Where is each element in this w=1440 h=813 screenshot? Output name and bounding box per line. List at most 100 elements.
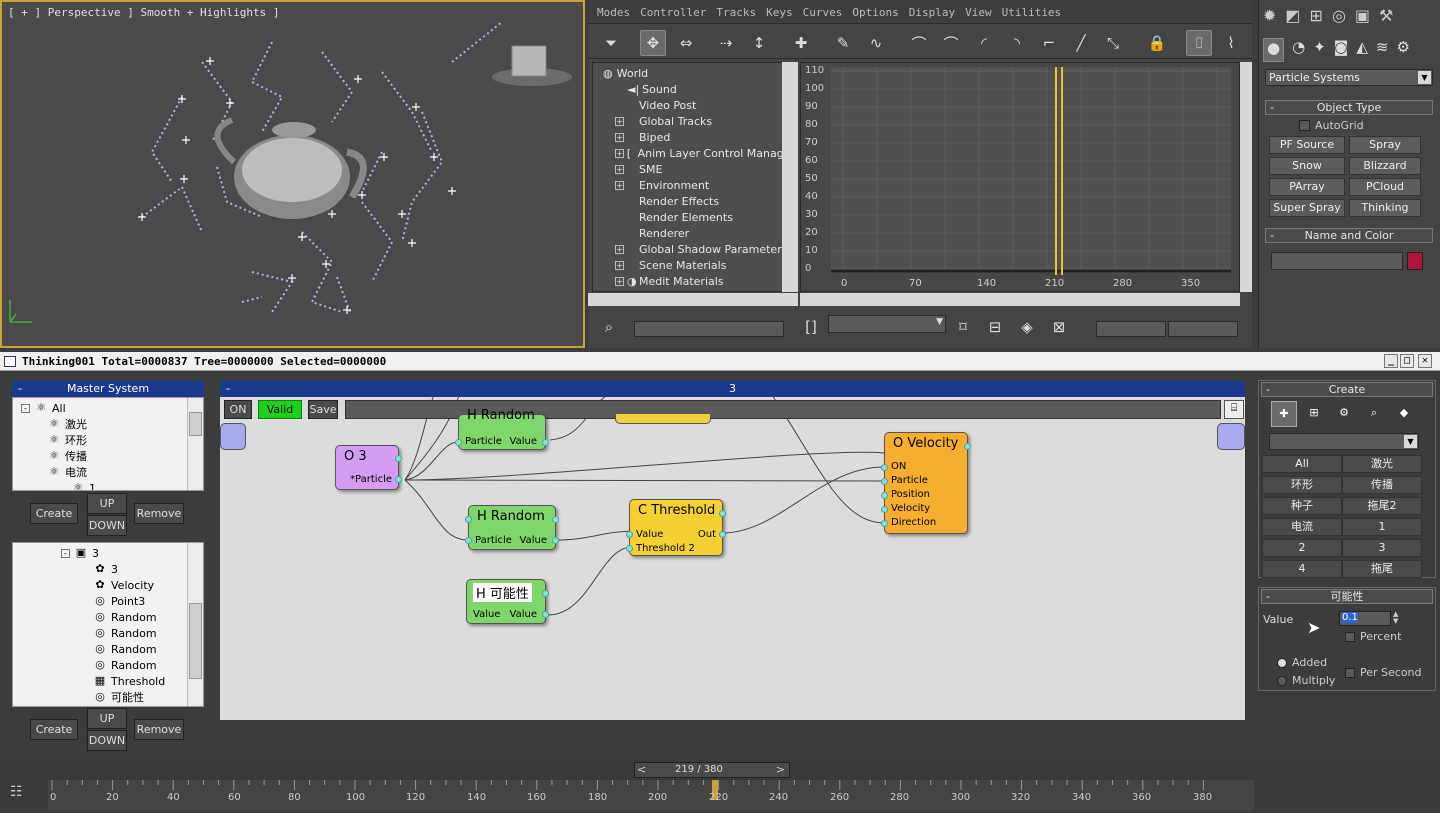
scale-keys-icon[interactable]: ↕	[746, 30, 772, 56]
zoom-region-icon[interactable]: ⊠	[1046, 314, 1072, 340]
group-dropdown[interactable]: ▼	[1269, 433, 1419, 450]
port-pin[interactable]	[881, 478, 888, 485]
node-o-velocity[interactable]: O Velocity ON Particle Position Velocity…	[881, 432, 971, 534]
menu-view[interactable]: View	[960, 0, 997, 23]
port-pin[interactable]	[626, 531, 633, 538]
port-pin[interactable]	[552, 537, 559, 544]
value-input[interactable]: 0.1	[1339, 611, 1391, 626]
tangent-linear-icon[interactable]: ╱	[1068, 30, 1094, 56]
group-item[interactable]: ⚛ 1	[21, 480, 203, 491]
create-group-button[interactable]: Create	[30, 503, 78, 524]
port-particle[interactable]: Particle	[475, 535, 512, 546]
param-rollout-header[interactable]: - 可能性	[1261, 589, 1433, 604]
move-keys-icon[interactable]: ✥	[640, 30, 666, 56]
set-tree-scrollbar[interactable]	[187, 543, 203, 706]
motion-tab-icon[interactable]: ◎	[1332, 6, 1346, 28]
port-pin[interactable]	[542, 590, 549, 597]
port-value-in[interactable]: Value	[473, 609, 500, 620]
set-up-button[interactable]: UP	[87, 708, 127, 729]
frame-ruler[interactable]: 0 20 40 60 80 100 120 140 160 180 200 22…	[48, 780, 1254, 810]
graph-vscrollbar[interactable]	[1240, 62, 1252, 292]
node-browser-icon[interactable]: ⌸	[1224, 400, 1244, 419]
cube-icon[interactable]: ◆	[1391, 401, 1417, 427]
hierarchy-tab-icon[interactable]: ⊞	[1310, 6, 1323, 28]
port-threshold-2[interactable]: Threshold 2	[636, 543, 695, 554]
super-spray-button[interactable]: Super Spray	[1269, 199, 1345, 217]
tree-item-medit-materials[interactable]: + ◑ Medit Materials	[603, 273, 795, 289]
lock-selection-icon[interactable]: 🔒	[1144, 30, 1170, 56]
tree-item-renderer[interactable]: Renderer	[603, 225, 795, 241]
tree-item-anim-layer[interactable]: +[Anim Layer Control Manager	[603, 145, 795, 161]
category-dropdown[interactable]: Particle Systems ▼	[1265, 69, 1433, 86]
menu-options[interactable]: Options	[847, 0, 903, 23]
port-value-out[interactable]: Value	[510, 609, 537, 620]
input-port-block[interactable]	[220, 423, 246, 450]
multiply-radio[interactable]: Multiply	[1277, 674, 1335, 687]
controller-tree[interactable]: ◍ World ◄| Sound Video Post + Global Tracks…	[592, 62, 796, 292]
key-tool-icon[interactable]: ◈	[1014, 314, 1040, 340]
helpers-icon[interactable]: ◭	[1356, 38, 1368, 62]
port-out[interactable]: Out	[698, 529, 716, 540]
per-second-checkbox[interactable]: Per Second	[1345, 666, 1422, 679]
tangent-smooth-icon[interactable]: ⤡	[1100, 30, 1126, 56]
menu-display[interactable]: Display	[904, 0, 960, 23]
snap-frames-icon[interactable]: ⌷	[1186, 30, 1212, 56]
dialog-titlebar[interactable]: Thinking001 Total=0000837 Tree=0000000 S…	[0, 352, 1440, 371]
group-button[interactable]: 传播	[1342, 476, 1422, 494]
menu-modes[interactable]: Modes	[592, 0, 635, 23]
key-time-field[interactable]	[1096, 321, 1166, 337]
group-down-button[interactable]: DOWN	[87, 515, 127, 536]
autogrid-checkbox[interactable]: AutoGrid	[1299, 119, 1364, 132]
tree-item-video-post[interactable]: Video Post	[603, 97, 795, 113]
lights-icon[interactable]: ✦	[1313, 38, 1326, 62]
menu-utilities[interactable]: Utilities	[997, 0, 1067, 23]
add-dynamic-set-icon[interactable]: ✚	[1271, 401, 1297, 427]
display-tab-icon[interactable]: ▣	[1355, 6, 1370, 28]
object-color-swatch[interactable]	[1407, 252, 1423, 270]
group-item-all[interactable]: - ⚛ All	[21, 400, 203, 416]
select-by-name-icon[interactable]: []	[798, 314, 824, 340]
node-c-threshold[interactable]: C Threshold Value Threshold 2 Out	[626, 499, 726, 556]
close-icon[interactable]: ✕	[1418, 354, 1432, 368]
time-slider[interactable]: < 219 / 380 >	[634, 762, 790, 778]
tangent-slow-icon[interactable]: ◝	[1004, 30, 1030, 56]
spray-button[interactable]: Spray	[1349, 136, 1421, 154]
port-direction[interactable]: Direction	[891, 517, 936, 528]
add-keys-icon[interactable]: ✚	[788, 30, 814, 56]
operator-item[interactable]: ◎ Random	[61, 625, 203, 641]
port-on[interactable]: ON	[891, 461, 906, 472]
group-button[interactable]: 3	[1342, 539, 1422, 557]
slide-keys-icon[interactable]: ⇢	[713, 30, 739, 56]
node-h-random-top[interactable]: H Random Particle Value	[455, 408, 549, 450]
zoom-horizontal-icon[interactable]: ⊟	[982, 314, 1008, 340]
utilities-tab-icon[interactable]: ⚒	[1379, 6, 1393, 28]
curve-editor-toggle-icon[interactable]: ☷	[10, 784, 23, 800]
port-pin[interactable]	[719, 531, 726, 538]
tree-item-sound[interactable]: ◄| Sound	[603, 81, 795, 97]
port-particle[interactable]: Particle	[891, 475, 928, 486]
group-button[interactable]: 拖尾	[1342, 560, 1422, 578]
tree-item-sme[interactable]: + SME	[603, 161, 795, 177]
group-button-all[interactable]: All	[1262, 455, 1342, 473]
port-pin[interactable]	[881, 520, 888, 527]
tree-item-render-effects[interactable]: Render Effects	[603, 193, 795, 209]
move-horizontal-icon[interactable]: ⇔	[673, 30, 699, 56]
frame-value-icon[interactable]: ⌑	[950, 314, 976, 340]
master-tree-scrollbar[interactable]	[187, 398, 203, 490]
port-pin[interactable]	[881, 492, 888, 499]
create-set-button[interactable]: Create	[30, 719, 78, 740]
spinner-icon[interactable]: ▲ ▼	[1393, 611, 1403, 626]
group-button[interactable]: 环形	[1262, 476, 1342, 494]
node-h-possibility[interactable]: H 可能性 Value Value	[466, 579, 549, 624]
group-item[interactable]: ⚛ 环形	[21, 432, 203, 448]
parameter-curve-icon[interactable]: ⌇	[1218, 30, 1244, 56]
port-value[interactable]: Value	[510, 436, 537, 447]
save-button[interactable]: Save	[308, 400, 338, 419]
operator-item[interactable]: ▦ Threshold	[61, 673, 203, 689]
operator-item[interactable]: ◎ 可能性	[61, 689, 203, 705]
dynamic-set-tree[interactable]: - ▣ 3 ✿ 3 ✿ Velocity ◎ Point3 ◎ Random ◎ Random…	[12, 542, 204, 707]
settings-gear-icon[interactable]: ⚙	[1331, 401, 1357, 427]
modify-tab-icon[interactable]: ◩	[1285, 6, 1300, 28]
pf-source-button[interactable]: PF Source	[1269, 136, 1345, 154]
draw-curves-icon[interactable]: ✎	[830, 30, 856, 56]
